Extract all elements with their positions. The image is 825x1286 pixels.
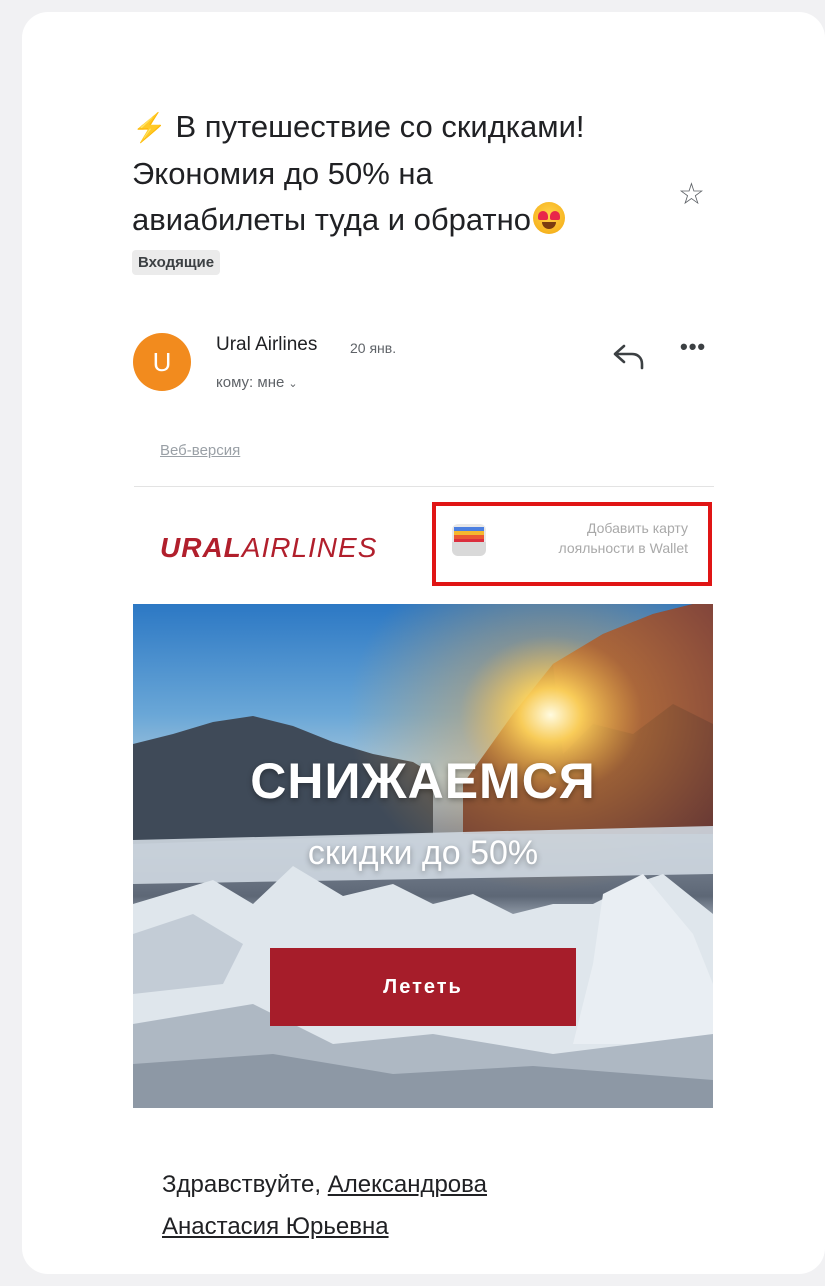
hero-subtitle: скидки до 50% — [307, 834, 539, 872]
recipient-name-link-2[interactable]: Анастасия Юрьевна — [162, 1213, 389, 1240]
wallet-icon — [452, 524, 486, 556]
hero-title: СНИЖАЕМСЯ — [250, 753, 596, 809]
chevron-down-icon: ⌄ — [288, 378, 298, 390]
sender-name[interactable]: Ural Airlines — [216, 334, 317, 356]
greeting-text: Здравствуйте, Александрова Анастасия Юрь… — [162, 1171, 487, 1240]
recipient-label: кому: мне — [216, 374, 285, 391]
inbox-label-chip[interactable]: Входящие — [132, 250, 221, 275]
sender-avatar[interactable]: U — [133, 333, 191, 391]
subject-line-1: В путешествие со скидками! — [175, 109, 585, 144]
email-card: ⚡ В путешествие со скидками! Экономия до… — [22, 12, 825, 1274]
reply-icon[interactable] — [612, 342, 646, 377]
recipient-name-link[interactable]: Александрова — [328, 1171, 487, 1198]
divider — [134, 486, 714, 487]
recipient-toggle[interactable]: кому: мне ⌄ — [216, 374, 298, 391]
star-icon[interactable]: ☆ — [678, 180, 705, 210]
wallet-text: Добавить карту лояльности в Wallet — [558, 520, 689, 556]
more-horizontal-icon[interactable]: ••• — [680, 334, 706, 360]
web-version-link[interactable]: Веб-версия — [160, 442, 240, 459]
email-date: 20 янв. — [350, 340, 397, 356]
heart-eyes-emoji-icon — [532, 202, 565, 234]
add-to-wallet-button[interactable]: Добавить карту лояльности в Wallet — [432, 502, 712, 586]
fly-button[interactable]: Лететь — [270, 948, 576, 1026]
ural-airlines-logo[interactable]: URALAIRLINES — [160, 532, 377, 564]
subject-line-2: Экономия до 50% на — [132, 156, 433, 191]
hero-banner[interactable]: СНИЖАЕМСЯ скидки до 50% Лететь — [133, 604, 713, 1108]
email-subject: ⚡ В путешествие со скидками! Экономия до… — [132, 104, 652, 243]
subject-line-3: авиабилеты туда и обратно — [132, 202, 531, 237]
lightning-bolt-icon: ⚡ — [132, 112, 167, 143]
